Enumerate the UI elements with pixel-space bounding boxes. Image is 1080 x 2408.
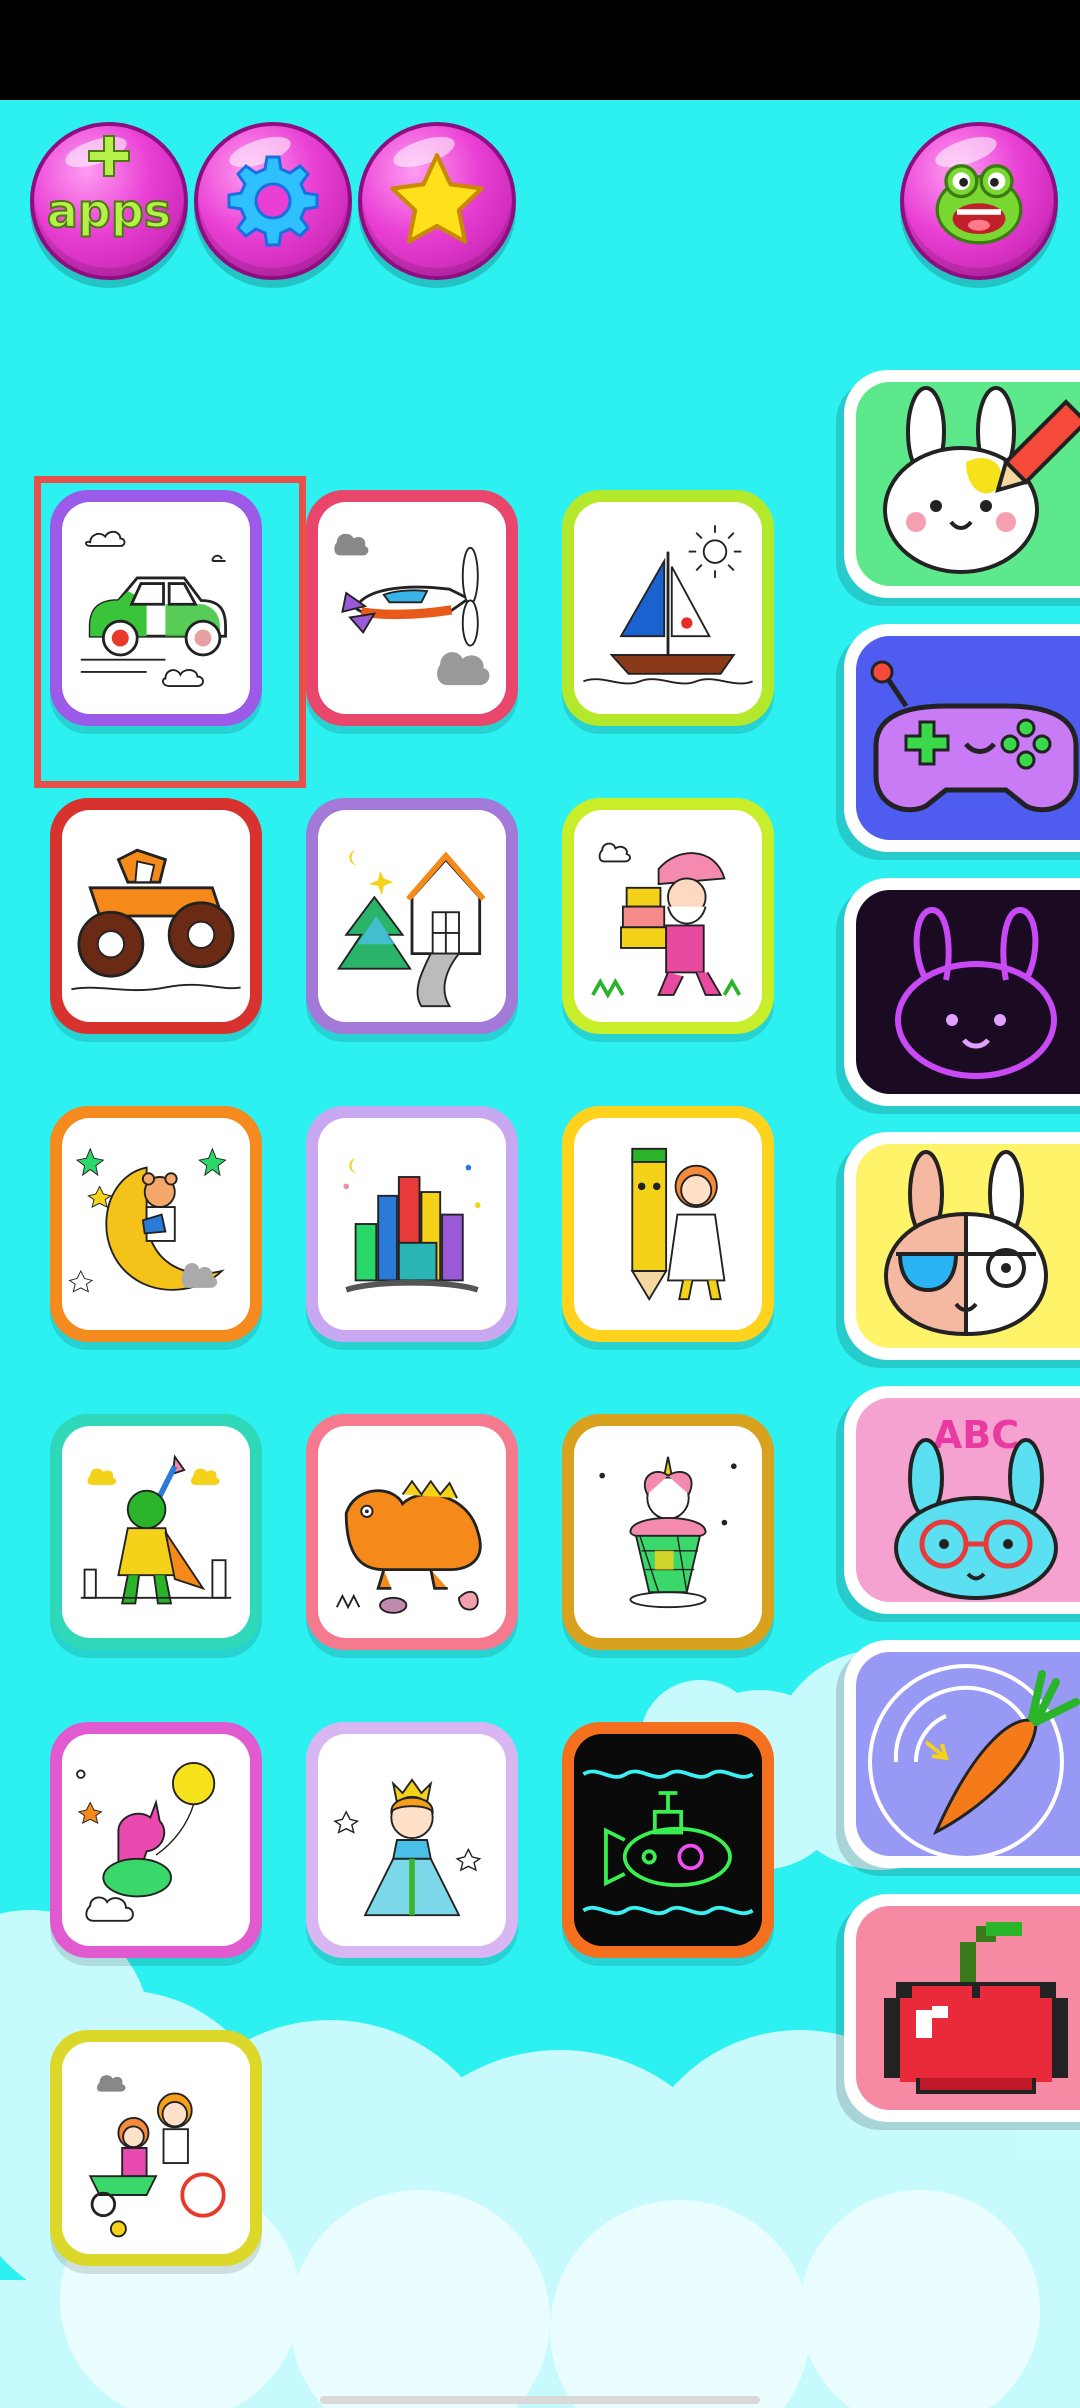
santa-illustration bbox=[591, 842, 742, 999]
coloring-card-bear-moon[interactable] bbox=[50, 1106, 262, 1342]
coloring-card-kids-tricycle[interactable] bbox=[50, 2030, 262, 2266]
selection-highlight bbox=[34, 476, 306, 788]
coloring-bunny-tab[interactable] bbox=[844, 370, 1080, 598]
airplane-illustration bbox=[334, 533, 490, 686]
profile-character-button[interactable] bbox=[900, 122, 1058, 280]
monster-truck-illustration bbox=[71, 848, 241, 992]
coloring-card-castle[interactable] bbox=[306, 1106, 518, 1342]
pixel-apple-tab[interactable] bbox=[844, 1894, 1080, 2122]
coloring-card-sailboat[interactable] bbox=[562, 490, 774, 726]
gear-icon bbox=[227, 155, 319, 247]
favorites-button[interactable] bbox=[358, 122, 516, 280]
bear-moon-illustration bbox=[68, 1147, 227, 1293]
coloring-card-pencil-girl[interactable] bbox=[562, 1106, 774, 1342]
gamepad-icon bbox=[870, 660, 1079, 813]
pencil-girl-illustration bbox=[630, 1147, 726, 1302]
coloring-card-monster-truck[interactable] bbox=[50, 798, 262, 1034]
green-monster-icon bbox=[935, 164, 1023, 245]
star-icon bbox=[390, 153, 484, 244]
castle-illustration bbox=[343, 1158, 481, 1293]
sunglasses-bunny-icon bbox=[883, 1150, 1049, 1337]
plus-icon bbox=[87, 134, 131, 182]
kids-tricycle-illustration bbox=[88, 2075, 226, 2238]
christmas-house-illustration bbox=[336, 850, 486, 1008]
coloring-card-princess[interactable] bbox=[306, 1722, 518, 1958]
coloring-card-santa[interactable] bbox=[562, 798, 774, 1034]
coloring-card-dinosaur[interactable] bbox=[306, 1414, 518, 1650]
princess-illustration bbox=[333, 1778, 482, 1917]
settings-button[interactable] bbox=[194, 122, 352, 280]
carrot-tab[interactable] bbox=[844, 1640, 1080, 1868]
games-tab[interactable] bbox=[844, 624, 1080, 852]
unicorn-cupcake-illustration bbox=[599, 1456, 737, 1609]
unicorn-balloon-illustration bbox=[76, 1761, 216, 1922]
glow-bunny-tab[interactable] bbox=[844, 878, 1080, 1106]
hero-illustration bbox=[80, 1454, 232, 1605]
submarine-neon-illustration bbox=[582, 1769, 754, 1916]
more-apps-button[interactable]: apps bbox=[30, 122, 188, 280]
coloring-card-hero[interactable] bbox=[50, 1414, 262, 1650]
sailboat-illustration bbox=[583, 525, 753, 685]
pixel-apple-icon bbox=[884, 1922, 1068, 2094]
home-indicator bbox=[320, 2396, 760, 2404]
neon-bunny-icon bbox=[895, 906, 1057, 1079]
abc-label: ABC bbox=[933, 1413, 1019, 1457]
cool-bunny-tab[interactable] bbox=[844, 1132, 1080, 1360]
apps-label: apps bbox=[46, 184, 172, 238]
dinosaur-illustration bbox=[335, 1479, 482, 1614]
abc-bunny-tab[interactable]: ABC bbox=[844, 1386, 1080, 1614]
coloring-card-christmas-house[interactable] bbox=[306, 798, 518, 1034]
coloring-card-submarine-neon[interactable] bbox=[562, 1722, 774, 1958]
abc-bunny-icon: ABC bbox=[894, 1413, 1058, 1600]
coloring-card-airplane[interactable] bbox=[306, 490, 518, 726]
carrot-icon bbox=[868, 1664, 1080, 1856]
coloring-card-unicorn-cupcake[interactable] bbox=[562, 1414, 774, 1650]
bunny-pencil-icon bbox=[883, 386, 1080, 574]
coloring-card-unicorn-balloon[interactable] bbox=[50, 1722, 262, 1958]
status-bar bbox=[0, 0, 1080, 100]
